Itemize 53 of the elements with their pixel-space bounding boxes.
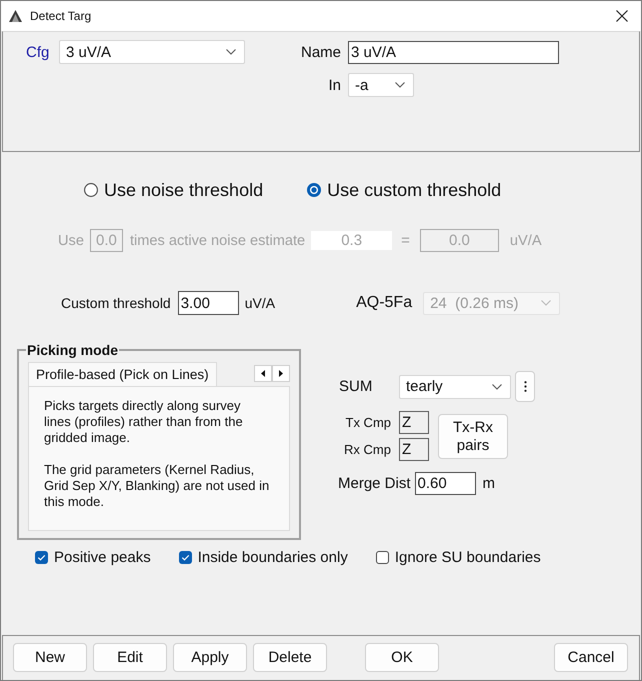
merge-dist-label: Merge Dist xyxy=(338,475,411,492)
action-button[interactable]: Apply xyxy=(173,643,247,672)
name-field[interactable]: 3 uV/A xyxy=(348,40,559,64)
custom-threshold-label: Custom threshold xyxy=(61,295,171,311)
unit-label: uV/A xyxy=(510,232,542,248)
cfg-label: Cfg xyxy=(25,44,50,60)
picking-mode-title: Picking mode xyxy=(26,342,120,358)
sum-label: SUM xyxy=(338,378,374,395)
close-icon[interactable] xyxy=(616,10,628,22)
component-field[interactable]: Z xyxy=(399,411,429,434)
component-label: Rx Cmp xyxy=(344,442,391,457)
triangle-logo-icon xyxy=(9,10,22,22)
result-field: 0.0 xyxy=(420,229,499,252)
chevron-icon xyxy=(541,300,552,306)
chevron-icon xyxy=(226,49,236,55)
option-checkbox[interactable]: Ignore SU boundaries xyxy=(376,548,541,566)
in-label: In xyxy=(328,76,342,94)
name-label: Name xyxy=(300,44,342,60)
chevron-icon xyxy=(492,384,502,390)
noise-estimate-label: times active noise estimate xyxy=(130,232,306,248)
action-button[interactable]: New xyxy=(13,643,87,672)
cfg-dropdown[interactable]: 3 uV/A xyxy=(59,40,245,64)
action-button[interactable]: Edit xyxy=(93,643,167,672)
unit-label: m xyxy=(482,475,496,492)
option-checkbox[interactable]: Positive peaks xyxy=(35,548,151,566)
option-checkbox[interactable]: Inside boundaries only xyxy=(178,548,348,566)
unit-label: uV/A xyxy=(244,295,276,311)
cancel-button[interactable]: Cancel xyxy=(554,643,628,672)
scroll-right-button[interactable] xyxy=(272,365,290,382)
custom-threshold-field[interactable]: 3.00 xyxy=(178,291,239,315)
component-label: Tx Cmp xyxy=(346,415,391,430)
use-label: Use xyxy=(58,232,84,248)
ok-button[interactable]: OK xyxy=(365,643,439,672)
tx-rx-pairs-button[interactable]: Tx-Rx pairs xyxy=(438,414,508,459)
description-text: Picks targets directly along survey lines (profiles) rather than from the gridded image. xyxy=(44,398,244,446)
aq-label: AQ-5Fa xyxy=(356,294,412,312)
component-field[interactable]: Z xyxy=(399,438,429,461)
sum-dropdown[interactable]: tearly xyxy=(399,374,511,398)
noise-estimate-field: 0.3 xyxy=(311,231,392,250)
merge-dist-field[interactable]: 0.60 xyxy=(414,472,476,495)
in-dropdown[interactable]: -a xyxy=(348,73,414,97)
threshold-radio[interactable]: Use noise threshold xyxy=(84,180,264,200)
equals-sign: = xyxy=(401,232,410,249)
window-title: Detect Targ xyxy=(30,9,92,23)
action-button[interactable]: Delete xyxy=(253,643,327,672)
triangle-left-icon xyxy=(261,370,265,377)
scroll-left-button[interactable] xyxy=(254,365,272,382)
triangle-right-icon xyxy=(279,370,283,377)
description-text: The grid parameters (Kernel Radius, Grid Sep X/Y, Blanking) are not used in this mode. xyxy=(44,462,270,510)
mode-tab[interactable]: Profile-based (Pick on Lines) xyxy=(28,362,217,386)
chevron-icon xyxy=(395,82,405,88)
threshold-radio[interactable]: Use custom threshold xyxy=(307,180,502,200)
vertical-dots-icon xyxy=(524,381,526,392)
